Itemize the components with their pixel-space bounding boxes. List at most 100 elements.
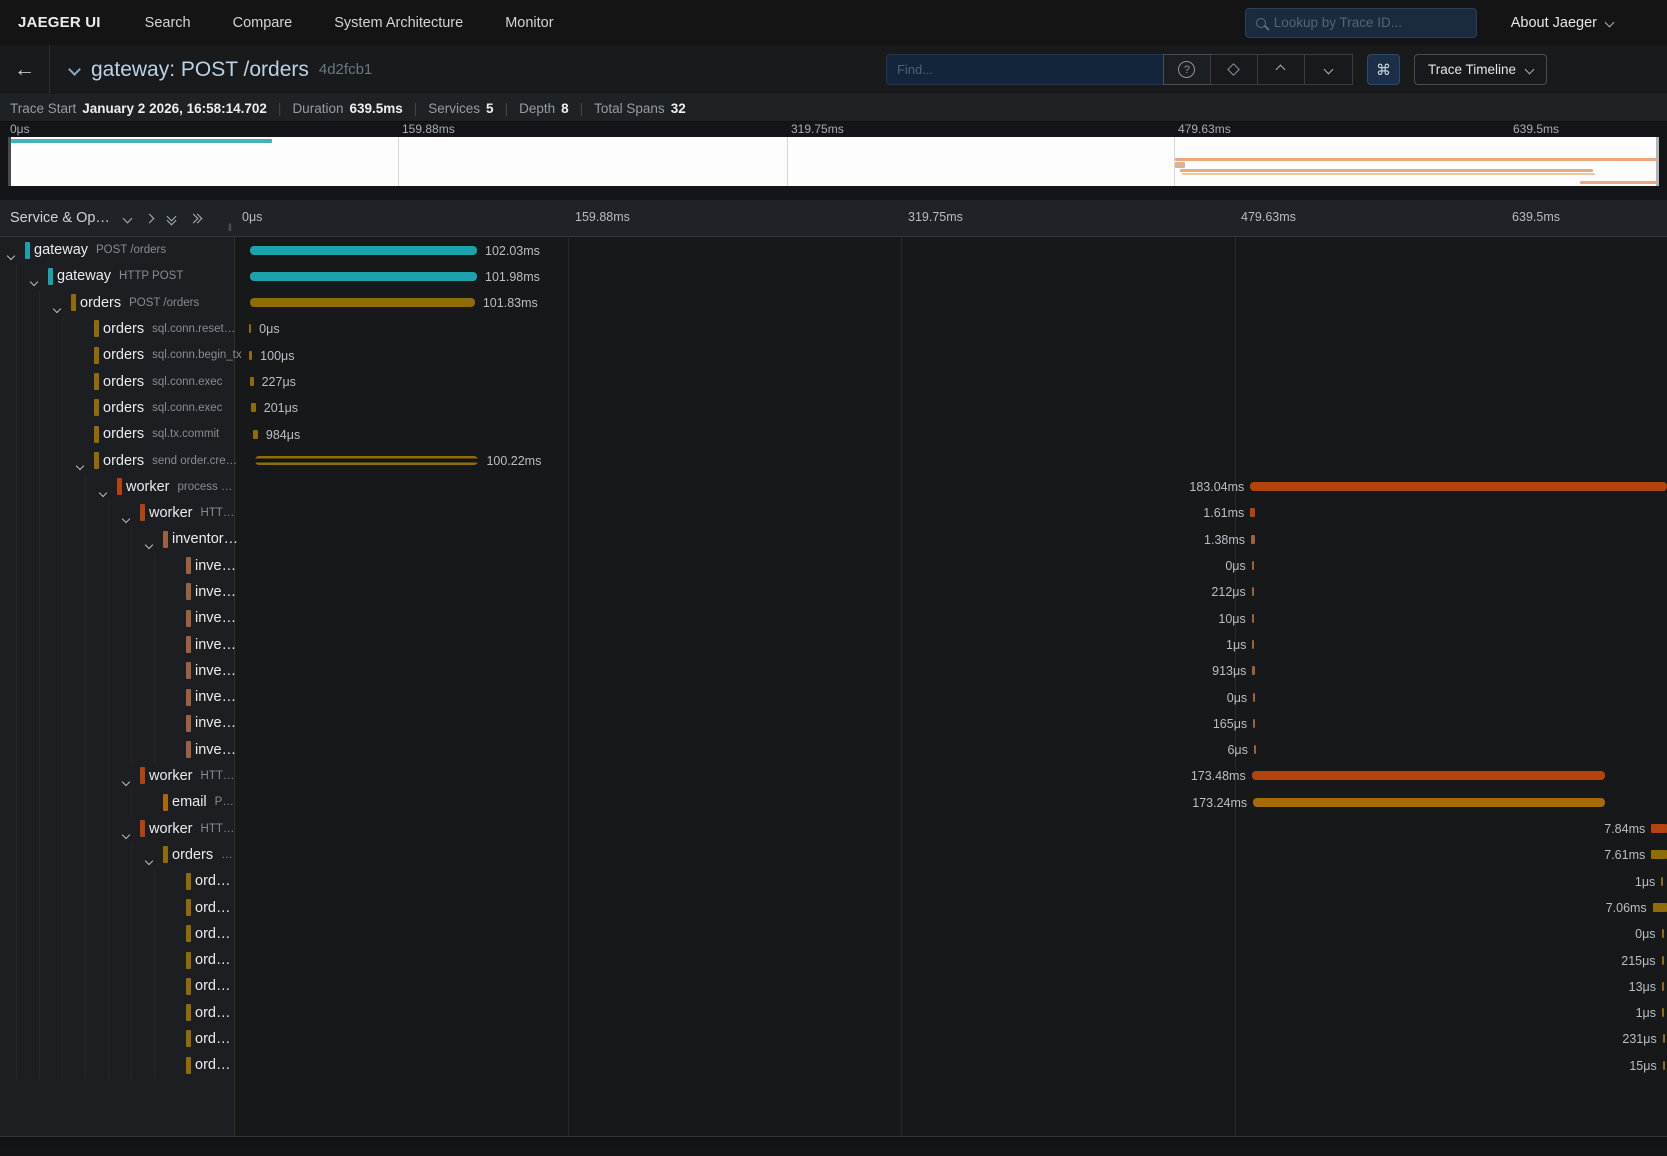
span-duration-bar[interactable] xyxy=(1250,482,1667,491)
span-row[interactable]: inventor…1.38ms xyxy=(0,526,1667,552)
span-row[interactable]: emailP…173.24ms xyxy=(0,789,1667,815)
span-collapse-chevron-icon[interactable] xyxy=(54,299,60,317)
span-row[interactable]: workerprocess …183.04ms xyxy=(0,474,1667,500)
span-duration-bar[interactable] xyxy=(1662,1008,1664,1017)
focus-spans-button[interactable] xyxy=(1211,55,1258,84)
back-button[interactable]: ← xyxy=(0,45,50,95)
minimap-right-scrub-handle[interactable] xyxy=(1656,137,1659,186)
span-row[interactable]: inve…1μs xyxy=(0,631,1667,657)
span-collapse-chevron-icon[interactable] xyxy=(146,851,152,869)
span-row[interactable]: inve…165μs xyxy=(0,710,1667,736)
span-duration-bar[interactable] xyxy=(1651,824,1667,833)
span-collapse-chevron-icon[interactable] xyxy=(146,535,152,553)
trace-view-selector[interactable]: Trace Timeline xyxy=(1414,54,1547,85)
span-row[interactable]: orderssql.conn.begin_tx100μs xyxy=(0,342,1667,368)
span-row[interactable]: ord…7.06ms xyxy=(0,894,1667,920)
span-row[interactable]: inve…0μs xyxy=(0,553,1667,579)
span-duration-bar[interactable] xyxy=(1252,640,1254,649)
next-result-button[interactable] xyxy=(1305,55,1352,84)
span-row[interactable]: inve…10μs xyxy=(0,605,1667,631)
span-duration-bar[interactable] xyxy=(251,403,255,412)
find-input[interactable] xyxy=(897,62,1153,77)
nav-item-system-architecture[interactable]: System Architecture xyxy=(334,15,463,31)
span-duration-bar[interactable] xyxy=(250,246,477,255)
keyboard-shortcuts-button[interactable]: ⌘ xyxy=(1367,54,1400,85)
span-row[interactable]: inve…212μs xyxy=(0,579,1667,605)
prev-result-button[interactable] xyxy=(1258,55,1305,84)
span-collapse-chevron-icon[interactable] xyxy=(123,772,129,790)
span-duration-bar[interactable] xyxy=(249,351,252,360)
span-duration-bar[interactable] xyxy=(1662,956,1664,965)
span-row[interactable]: ord…215μs xyxy=(0,947,1667,973)
column-resizer-handle[interactable]: ‖ xyxy=(228,223,233,234)
span-row[interactable]: orderssql.conn.reset…0μs xyxy=(0,316,1667,342)
app-brand[interactable]: JAEGER UI xyxy=(18,14,101,31)
span-duration-bar[interactable] xyxy=(1651,850,1667,859)
span-duration-bar[interactable] xyxy=(1254,745,1256,754)
span-duration-bar[interactable] xyxy=(1252,587,1255,596)
span-row[interactable]: ord…0μs xyxy=(0,921,1667,947)
span-duration-bar[interactable] xyxy=(1251,535,1255,544)
span-row[interactable]: workerHTT…1.61ms xyxy=(0,500,1667,526)
expand-all-icon[interactable] xyxy=(190,215,201,222)
span-duration-bar[interactable] xyxy=(250,298,475,307)
timeline-bottom-scrollbar[interactable] xyxy=(0,1136,1667,1146)
span-collapse-chevron-icon[interactable] xyxy=(31,272,37,290)
span-duration-bar[interactable] xyxy=(1662,982,1664,991)
span-collapse-chevron-icon[interactable] xyxy=(123,509,129,527)
span-row[interactable]: orderssql.conn.exec227μs xyxy=(0,368,1667,394)
span-duration-bar[interactable] xyxy=(1252,614,1254,623)
nav-item-compare[interactable]: Compare xyxy=(233,15,293,31)
span-row[interactable]: orderssql.tx.commit984μs xyxy=(0,421,1667,447)
span-row[interactable]: ord…1μs xyxy=(0,1000,1667,1026)
span-duration-bar[interactable] xyxy=(1253,693,1255,702)
span-collapse-chevron-icon[interactable] xyxy=(8,246,14,264)
collapse-trace-detail-button[interactable] xyxy=(70,61,79,79)
collapse-one-icon[interactable] xyxy=(124,209,131,227)
span-row[interactable]: workerHTT…173.48ms xyxy=(0,763,1667,789)
minimap-left-scrub-handle[interactable] xyxy=(8,137,11,186)
span-duration-bar[interactable] xyxy=(250,272,477,281)
span-duration-bar[interactable] xyxy=(249,324,252,333)
span-duration-bar[interactable] xyxy=(1250,508,1255,517)
span-row[interactable]: inve…913μs xyxy=(0,658,1667,684)
span-collapse-chevron-icon[interactable] xyxy=(123,825,129,843)
trace-minimap[interactable] xyxy=(8,137,1659,186)
span-duration-bar[interactable] xyxy=(250,377,254,386)
span-duration-bar[interactable] xyxy=(1252,771,1605,780)
span-duration-bar[interactable] xyxy=(1663,1061,1665,1070)
span-duration-bar[interactable] xyxy=(253,430,258,439)
span-duration-bar[interactable] xyxy=(1661,877,1663,886)
span-row[interactable]: gatewayPOST /orders102.03ms xyxy=(0,237,1667,263)
span-row[interactable]: orderssql.conn.exec201μs xyxy=(0,395,1667,421)
trace-id-search[interactable] xyxy=(1245,8,1477,38)
span-row[interactable]: workerHTT…7.84ms xyxy=(0,816,1667,842)
span-duration-bar[interactable] xyxy=(255,456,478,465)
span-collapse-chevron-icon[interactable] xyxy=(100,483,106,501)
span-duration-bar[interactable] xyxy=(1252,561,1254,570)
nav-item-search[interactable]: Search xyxy=(145,15,191,31)
span-row[interactable]: ordersPOST /orders101.83ms xyxy=(0,290,1667,316)
span-row[interactable]: orderssend order.cre…100.22ms xyxy=(0,447,1667,473)
span-duration-bar[interactable] xyxy=(1253,719,1255,728)
span-row[interactable]: ord…15μs xyxy=(0,1052,1667,1078)
span-row[interactable]: inve…0μs xyxy=(0,684,1667,710)
span-row[interactable]: ord…231μs xyxy=(0,1026,1667,1052)
span-row[interactable]: ord…1μs xyxy=(0,868,1667,894)
span-row[interactable]: gatewayHTTP POST101.98ms xyxy=(0,263,1667,289)
trace-id-search-input[interactable] xyxy=(1274,15,1466,30)
span-collapse-chevron-icon[interactable] xyxy=(77,456,83,474)
nav-item-monitor[interactable]: Monitor xyxy=(505,15,553,31)
span-row[interactable]: ord…13μs xyxy=(0,973,1667,999)
span-duration-bar[interactable] xyxy=(1252,666,1255,675)
find-box[interactable] xyxy=(886,54,1164,85)
span-row[interactable]: orders…7.61ms xyxy=(0,842,1667,868)
span-duration-bar[interactable] xyxy=(1653,903,1667,912)
span-duration-bar[interactable] xyxy=(1253,798,1605,807)
span-duration-bar[interactable] xyxy=(1663,1034,1665,1043)
collapse-all-icon[interactable] xyxy=(168,213,175,224)
expand-one-icon[interactable] xyxy=(146,209,153,227)
span-duration-bar[interactable] xyxy=(1662,929,1664,938)
find-help-button[interactable]: ? xyxy=(1164,55,1211,84)
about-jaeger-menu[interactable]: About Jaeger xyxy=(1511,15,1613,31)
